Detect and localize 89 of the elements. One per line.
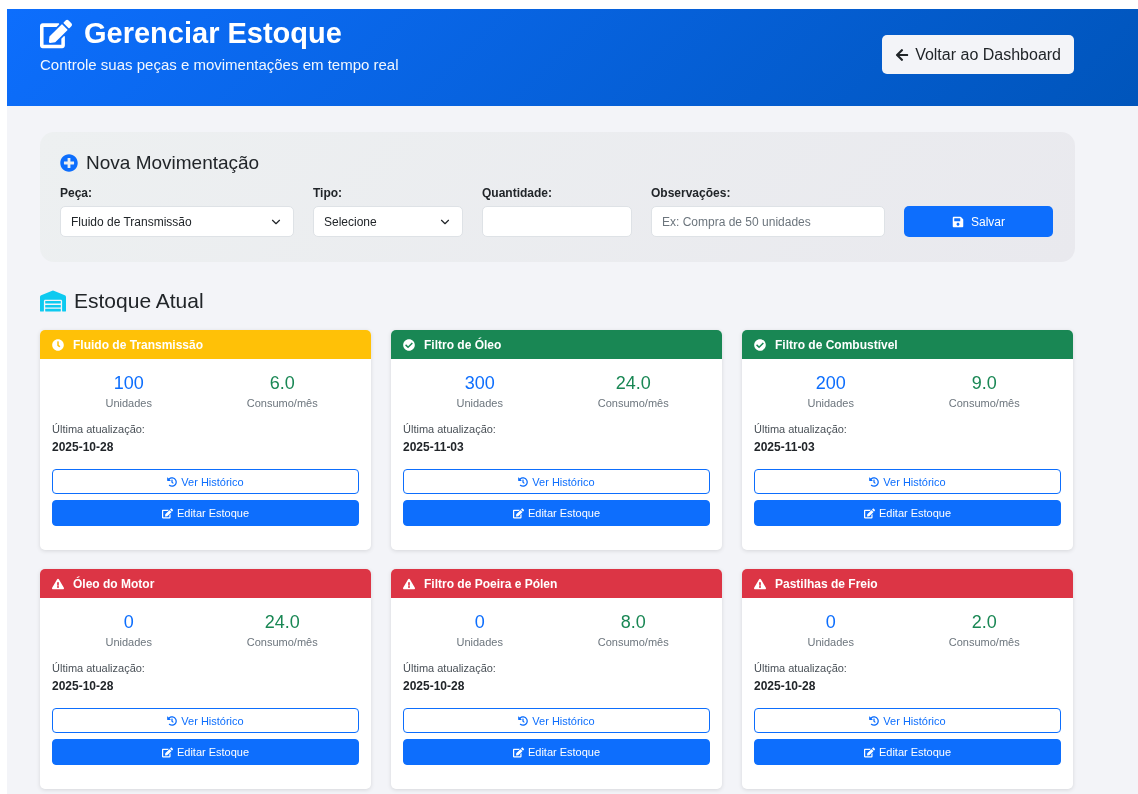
updated-label: Última atualização: <box>754 423 848 435</box>
part-name: Filtro de Poeira e Pólen <box>424 576 558 591</box>
edit-icon <box>512 746 524 758</box>
units-value: 0 <box>474 611 485 634</box>
input-field[interactable] <box>482 206 632 237</box>
field-label: Tipo: <box>313 186 344 200</box>
clock-icon <box>52 338 64 351</box>
units-value: 300 <box>464 372 495 395</box>
field-label: Peça: <box>60 186 94 200</box>
updated-label: Última atualização: <box>403 662 497 674</box>
consumption-label: Consumo/mês <box>948 397 1020 409</box>
history-button[interactable]: Ver Histórico <box>403 469 710 494</box>
part-name: Fluido de Transmissão <box>73 337 204 352</box>
units-label: Unidades <box>807 397 854 409</box>
field-label: Quantidade: <box>482 186 553 200</box>
history-icon <box>869 715 880 726</box>
updated-date: 2025-10-28 <box>52 679 115 693</box>
updated-date: 2025-10-28 <box>52 440 115 454</box>
updated-date: 2025-10-28 <box>754 679 817 693</box>
updated-label: Última atualização: <box>403 423 497 435</box>
edit-icon <box>161 507 173 519</box>
edit-icon <box>863 746 875 758</box>
plus-icon <box>60 154 78 172</box>
units-label: Unidades <box>456 397 503 409</box>
units-label: Unidades <box>105 636 152 648</box>
edit-stock-button[interactable]: Editar Estoque <box>754 500 1061 526</box>
back-button[interactable]: Voltar ao Dashboard <box>882 35 1074 74</box>
consumption-label: Consumo/mês <box>597 636 669 648</box>
page-subtitle: Controle suas peças e movimentações em tempo real <box>40 56 399 73</box>
field-label: Observações: <box>651 186 732 200</box>
history-icon <box>518 476 529 487</box>
input-field[interactable]: Ex: Compra de 50 unidades <box>651 206 885 237</box>
units-value: 200 <box>815 372 846 395</box>
history-icon <box>518 715 529 726</box>
section-title: Estoque Atual <box>74 289 204 313</box>
updated-date: 2025-10-28 <box>403 679 466 693</box>
part-name: Filtro de Óleo <box>424 337 502 352</box>
consumption-label: Consumo/mês <box>597 397 669 409</box>
part-name: Filtro de Combustível <box>775 337 898 352</box>
save-icon <box>952 215 964 228</box>
history-button[interactable]: Ver Histórico <box>403 708 710 733</box>
history-button[interactable]: Ver Histórico <box>52 708 359 733</box>
warehouse-icon <box>40 288 66 314</box>
warning-icon <box>52 577 64 590</box>
save-button[interactable]: Salvar <box>904 206 1053 237</box>
edit-icon <box>161 746 173 758</box>
updated-label: Última atualização: <box>52 423 146 435</box>
warning-icon <box>754 577 766 590</box>
edit-stock-button[interactable]: Editar Estoque <box>403 500 710 526</box>
edit-icon <box>40 17 72 50</box>
updated-date: 2025-11-03 <box>754 440 816 454</box>
form-title: Nova Movimentação <box>86 152 260 174</box>
units-label: Unidades <box>456 636 503 648</box>
edit-stock-button[interactable]: Editar Estoque <box>754 739 1061 765</box>
history-icon <box>167 476 178 487</box>
updated-label: Última atualização: <box>754 662 848 674</box>
select-field[interactable]: Selecione <box>313 206 463 237</box>
history-button[interactable]: Ver Histórico <box>754 708 1061 733</box>
consumption-value: 24.0 <box>615 372 651 395</box>
consumption-label: Consumo/mês <box>246 397 318 409</box>
consumption-value: 8.0 <box>620 611 646 634</box>
edit-icon <box>863 507 875 519</box>
edit-stock-button[interactable]: Editar Estoque <box>403 739 710 765</box>
consumption-label: Consumo/mês <box>246 636 318 648</box>
arrow-left-icon <box>895 47 910 62</box>
consumption-value: 24.0 <box>264 611 300 634</box>
edit-stock-button[interactable]: Editar Estoque <box>52 500 359 526</box>
consumption-value: 2.0 <box>971 611 997 634</box>
units-value: 0 <box>123 611 134 634</box>
units-label: Unidades <box>105 397 152 409</box>
history-button[interactable]: Ver Histórico <box>52 469 359 494</box>
units-value: 0 <box>825 611 836 634</box>
updated-label: Última atualização: <box>52 662 146 674</box>
history-button[interactable]: Ver Histórico <box>754 469 1061 494</box>
history-icon <box>869 476 880 487</box>
updated-date: 2025-11-03 <box>403 440 465 454</box>
select-field[interactable]: Fluido de Transmissão <box>60 206 294 237</box>
edit-icon <box>512 507 524 519</box>
history-icon <box>167 715 178 726</box>
consumption-label: Consumo/mês <box>948 636 1020 648</box>
units-label: Unidades <box>807 636 854 648</box>
part-name: Óleo do Motor <box>73 576 155 591</box>
consumption-value: 9.0 <box>971 372 997 395</box>
page-title: Gerenciar Estoque <box>84 17 342 50</box>
consumption-value: 6.0 <box>269 372 295 395</box>
units-value: 100 <box>113 372 144 395</box>
part-name: Pastilhas de Freio <box>775 576 878 591</box>
warning-icon <box>403 577 415 590</box>
edit-stock-button[interactable]: Editar Estoque <box>52 739 359 765</box>
